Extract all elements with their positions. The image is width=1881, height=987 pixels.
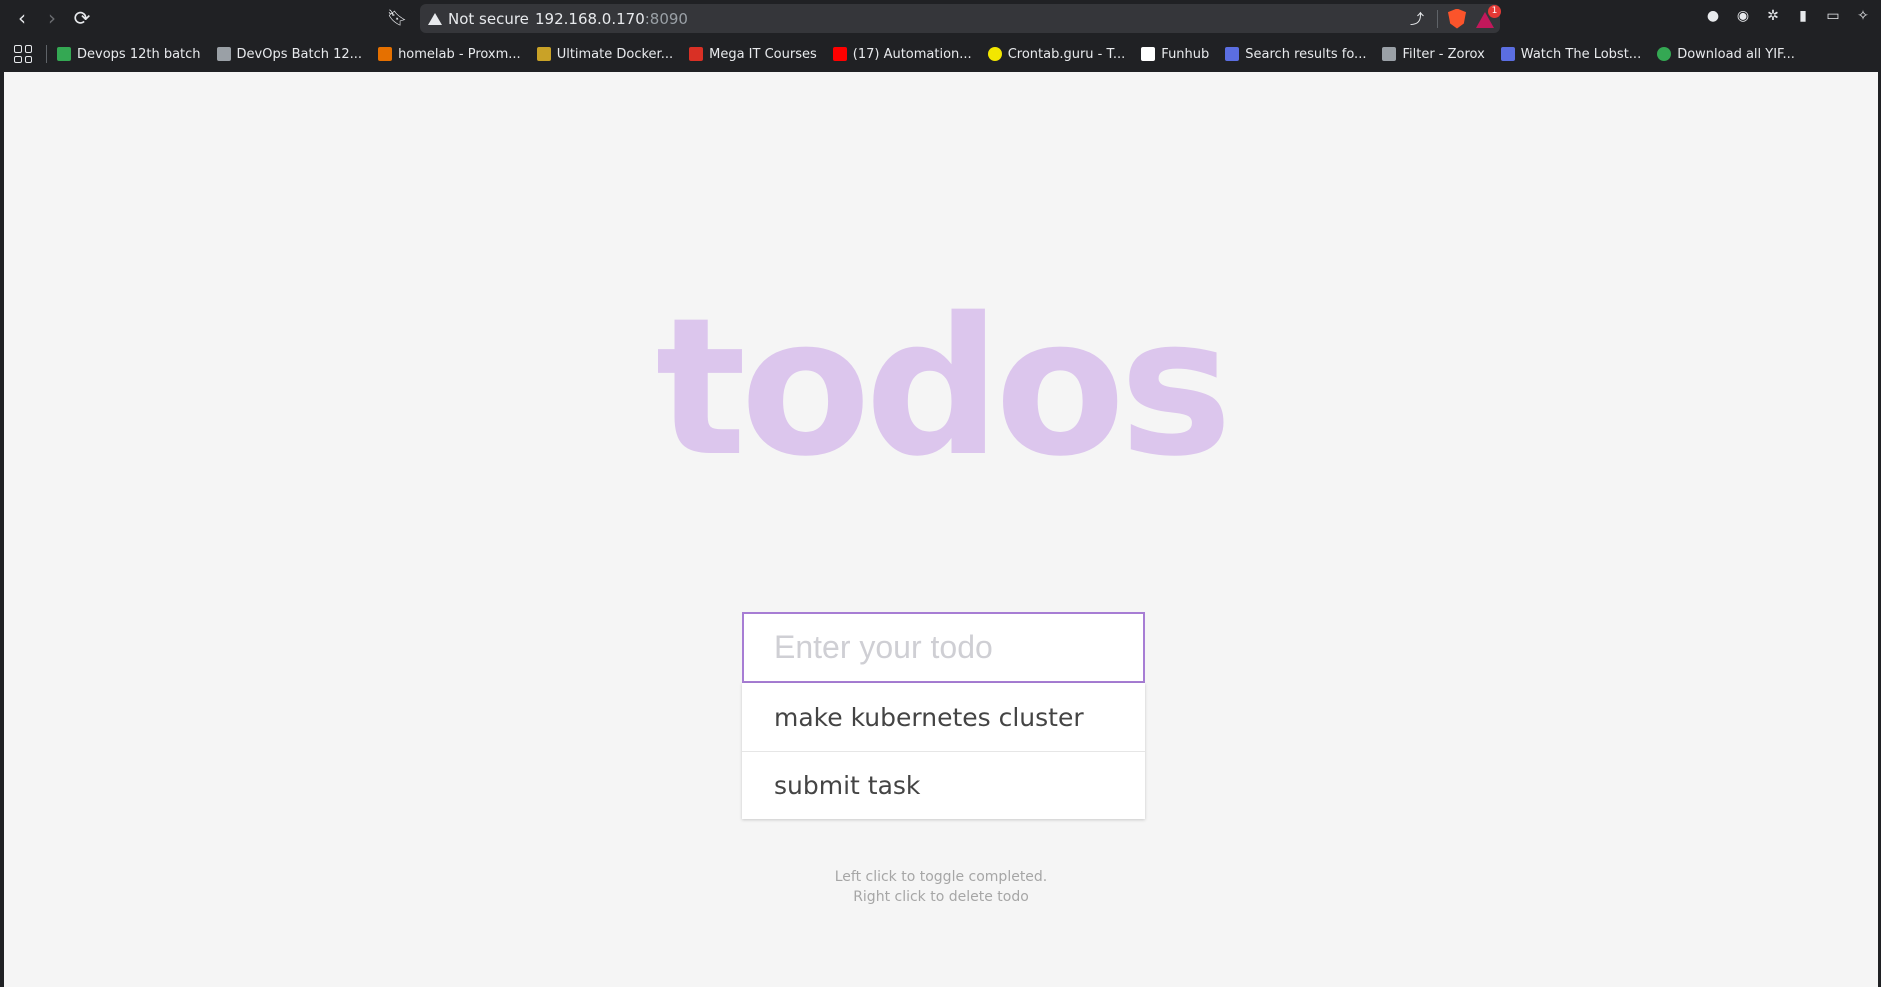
- todo-item[interactable]: make kubernetes cluster: [742, 683, 1145, 751]
- forward-icon[interactable]: ›: [40, 6, 64, 30]
- extensions-icon[interactable]: ✲: [1763, 6, 1783, 26]
- url-text[interactable]: 192.168.0.170:8090: [535, 4, 688, 33]
- yify-icon: [1657, 47, 1672, 61]
- bookmark-item[interactable]: Search results fo...: [1225, 47, 1366, 62]
- proxmox-icon: [378, 47, 393, 61]
- omnibox-divider: [1437, 9, 1438, 28]
- bookmark-item[interactable]: Mega IT Courses: [689, 47, 817, 62]
- bookmark-item[interactable]: Devops 12th batch: [57, 47, 201, 62]
- ai-assistant-icon[interactable]: ✧: [1853, 6, 1873, 26]
- watch-icon: [1500, 47, 1515, 61]
- back-icon[interactable]: ‹: [10, 6, 34, 30]
- url-port: :8090: [644, 9, 688, 28]
- apps-grid-icon[interactable]: [14, 45, 32, 63]
- page-title: todos: [655, 277, 1233, 498]
- todo-item[interactable]: submit task: [742, 751, 1145, 819]
- share-icon[interactable]: ⤴: [1407, 9, 1427, 29]
- address-bar[interactable]: Not secure 192.168.0.170:8090 ⤴ 1: [420, 4, 1501, 33]
- browser-toolbar: ‹ › ⟳ 🔖︎ Not secure 192.168.0.170:8090 ⤴…: [0, 0, 1881, 36]
- brave-shields-icon[interactable]: [1448, 8, 1466, 29]
- docker-course-icon: [536, 47, 551, 61]
- youtube-icon: [832, 47, 847, 61]
- bookmark-item[interactable]: Download all YIF...: [1657, 47, 1795, 62]
- bookmark-item[interactable]: Crontab.guru - T...: [987, 47, 1125, 62]
- bookmark-item[interactable]: Ultimate Docker...: [536, 47, 673, 62]
- bookmark-item[interactable]: homelab - Proxm...: [378, 47, 521, 62]
- mega-icon: [689, 47, 704, 61]
- bookmark-item[interactable]: Filter - Zorox: [1382, 47, 1485, 62]
- todo-list: make kubernetes cluster submit task: [742, 683, 1145, 819]
- url-host: 192.168.0.170: [535, 9, 645, 28]
- leo-icon[interactable]: ●: [1703, 6, 1723, 26]
- todo-input[interactable]: [742, 612, 1145, 683]
- hint-delete: Right click to delete todo: [853, 889, 1029, 905]
- bookmark-item[interactable]: DevOps Batch 12...: [216, 47, 362, 62]
- sidebar-icon[interactable]: ▮: [1793, 6, 1813, 26]
- hint-toggle: Left click to toggle completed.: [834, 869, 1048, 885]
- bookmark-item[interactable]: Watch The Lobst...: [1500, 47, 1641, 62]
- bookmark-icon[interactable]: 🔖︎: [385, 6, 409, 30]
- zorox-icon: [1382, 47, 1397, 61]
- security-chip[interactable]: Not secure: [428, 4, 529, 33]
- security-label: Not secure: [448, 9, 529, 28]
- bookmark-item[interactable]: (17) Automation...: [832, 47, 972, 62]
- page-icon: [216, 47, 231, 61]
- search-results-icon: [1225, 47, 1240, 61]
- vpn-icon[interactable]: ◉: [1733, 6, 1753, 26]
- reload-icon[interactable]: ⟳: [70, 6, 94, 30]
- wallet-icon[interactable]: ▭: [1823, 6, 1843, 26]
- brave-rewards-icon[interactable]: 1: [1476, 4, 1501, 28]
- funhub-icon: [1141, 47, 1156, 61]
- todo-container: make kubernetes cluster submit task: [742, 612, 1145, 819]
- warning-icon: [428, 12, 442, 25]
- crontab-icon: [987, 47, 1002, 61]
- usage-hint: Left click to toggle completed. Right cl…: [4, 867, 1878, 907]
- bookmark-item[interactable]: Funhub: [1141, 47, 1209, 62]
- rewards-badge: 1: [1488, 4, 1501, 18]
- todo-page: todos make kubernetes cluster submit tas…: [4, 72, 1878, 987]
- bookmarks-divider: [46, 45, 47, 63]
- google-drive-icon: [57, 47, 71, 61]
- bookmarks-bar: Devops 12th batch DevOps Batch 12... hom…: [0, 36, 1881, 72]
